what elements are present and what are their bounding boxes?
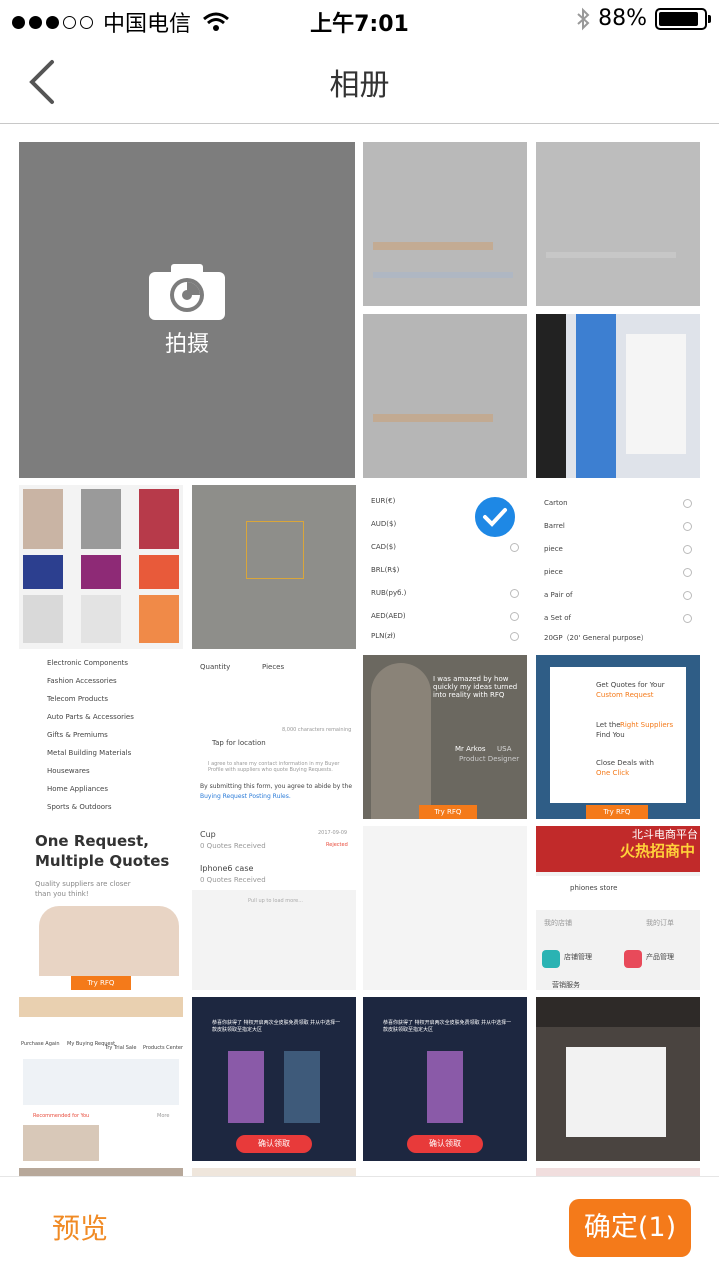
photo-thumbnail[interactable] (363, 826, 527, 990)
status-right: 88% (576, 6, 711, 31)
photo-thumbnail[interactable]: One Request, Multiple Quotes Quality sup… (19, 826, 183, 990)
photo-thumbnail[interactable]: Purchase Again My Buying Request Try Tri… (19, 997, 183, 1161)
photo-thumbnail[interactable] (19, 1168, 183, 1176)
camera-tile[interactable]: 拍摄 (19, 142, 355, 478)
photo-thumbnail[interactable] (363, 1168, 527, 1176)
confirm-button[interactable]: 确定(1) (569, 1199, 691, 1257)
camera-label: 拍摄 (164, 332, 209, 357)
photo-thumbnail[interactable] (363, 314, 527, 478)
selected-check-icon (473, 495, 517, 539)
preview-button[interactable]: 预览 (52, 1207, 108, 1247)
photo-thumbnail[interactable] (192, 485, 356, 649)
battery-fill (659, 11, 698, 26)
photo-thumbnail[interactable]: Electronic Components Fashion Accessorie… (19, 655, 183, 819)
photo-thumbnail[interactable]: Carton Barrel piece piece a Pair of a Se… (536, 485, 700, 649)
photo-thumbnail[interactable] (19, 485, 183, 649)
status-bar: 中国电信 上午7:01 88% (0, 0, 719, 40)
photo-thumbnail[interactable]: Get Quotes for Your Custom Request Let t… (536, 655, 700, 819)
photo-thumbnail[interactable]: 恭喜你获得了 特权开启两次全皮肤免费领取 并从中选择一款皮肤领取至指定大区 确认… (192, 997, 356, 1161)
battery-icon (655, 7, 711, 30)
photo-thumbnail[interactable] (536, 314, 700, 478)
photo-thumbnail[interactable] (192, 1168, 356, 1176)
bluetooth-icon (577, 7, 590, 30)
photo-grid: 拍摄 EUR(€) AUD($) CAD($) BRL(R$) RUB(руб.… (0, 124, 719, 1176)
photo-thumbnail[interactable] (536, 1168, 700, 1176)
page-title: 相册 (329, 68, 390, 103)
photo-thumbnail[interactable]: 北斗电商平台 火热招商中 phiones store 我的店铺 我的订单 店铺管… (536, 826, 700, 990)
photo-thumbnail[interactable] (536, 142, 700, 306)
camera-icon (149, 264, 225, 320)
photo-thumbnail[interactable] (536, 997, 700, 1161)
bottom-bar: 预览 确定(1) (0, 1176, 719, 1280)
battery-percent: 88% (598, 6, 647, 31)
photo-thumbnail[interactable]: Quantity Pieces 8,000 characters remaini… (192, 655, 356, 819)
photo-thumbnail[interactable]: I was amazed by how quickly my ideas tur… (363, 655, 527, 819)
photo-thumbnail[interactable] (363, 142, 527, 306)
photo-thumbnail-selected[interactable]: EUR(€) AUD($) CAD($) BRL(R$) RUB(руб.) A… (363, 485, 527, 649)
photo-thumbnail[interactable]: 恭喜你获得了 特权开启两次全皮肤免费领取 并从中选择一款皮肤领取至指定大区 确认… (363, 997, 527, 1161)
navigation-bar: 相册 (0, 40, 719, 124)
photo-thumbnail[interactable]: Cup 0 Quotes Received 2017-09-09 Rejecte… (192, 826, 356, 990)
